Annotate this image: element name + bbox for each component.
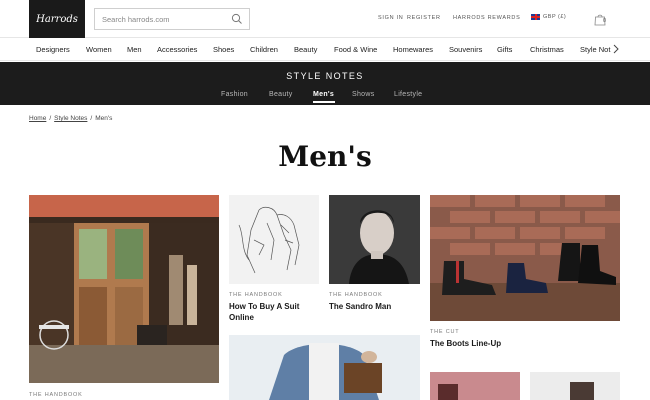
nav-men[interactable]: Men <box>127 45 142 54</box>
article-image-suit-sketch[interactable] <box>229 195 319 284</box>
tab-fashion[interactable]: Fashion <box>221 91 248 98</box>
pink-photo <box>430 372 520 400</box>
breadcrumb-separator: / <box>90 115 93 122</box>
card-tag: THE CUT <box>430 329 460 335</box>
article-image-boots[interactable] <box>430 195 620 321</box>
tab-shows[interactable]: Shows <box>352 91 375 98</box>
bag-count: 0 <box>603 18 607 24</box>
card-title[interactable]: How To Buy A Suit Online <box>229 301 319 323</box>
banner-title: STYLE NOTES <box>286 71 364 81</box>
card-tag: THE HANDBOOK <box>329 292 383 298</box>
article-image-denim-man[interactable] <box>229 335 420 400</box>
uk-flag-icon <box>531 14 540 20</box>
nav-shoes[interactable]: Shoes <box>213 45 234 54</box>
card-tag: THE HANDBOOK <box>29 392 83 398</box>
chevron-right-icon[interactable] <box>612 43 620 55</box>
nav-food-wine[interactable]: Food & Wine <box>334 45 377 54</box>
suit-sketch-illustration <box>238 206 300 274</box>
card-title[interactable]: The Boots Line-Up <box>430 338 620 349</box>
tab-beauty[interactable]: Beauty <box>269 91 293 98</box>
nav-homewares[interactable]: Homewares <box>393 45 433 54</box>
breadcrumb-current: Men's <box>95 115 113 122</box>
article-image-sandro-man[interactable] <box>329 195 420 284</box>
article-image-grey[interactable] <box>530 372 620 400</box>
harrods-logo[interactable]: Harrods <box>29 0 85 38</box>
harrods-rewards-link[interactable]: HARRODS REWARDS <box>453 15 520 21</box>
grey-photo <box>530 372 620 400</box>
search-input[interactable] <box>95 9 225 30</box>
currency-label: GBP (£) <box>543 14 567 20</box>
page-title: Men's <box>278 140 372 173</box>
search-box <box>94 8 250 30</box>
tab-mens[interactable]: Men's <box>313 91 334 98</box>
nav-gifts[interactable]: Gifts <box>497 45 512 54</box>
denim-photo <box>229 335 420 400</box>
nav-style-notes[interactable]: Style Not <box>580 45 610 54</box>
card-tag: THE HANDBOOK <box>229 292 283 298</box>
currency-selector[interactable]: GBP (£) <box>531 14 566 20</box>
breadcrumb-separator: / <box>49 115 52 122</box>
sign-in-link[interactable]: SIGN IN <box>378 15 403 21</box>
style-notes-banner: STYLE NOTES Fashion Beauty Men's Shows L… <box>0 62 650 105</box>
portrait-photo <box>329 195 420 284</box>
site-header: Harrods SIGN IN REGISTER HARRODS REWARDS… <box>0 0 650 38</box>
card-title[interactable]: The Sandro Man <box>329 301 420 312</box>
nav-souvenirs[interactable]: Souvenirs <box>449 45 482 54</box>
breadcrumb-home[interactable]: Home <box>29 115 46 122</box>
boots-photo <box>430 195 620 321</box>
search-icon[interactable] <box>231 13 243 25</box>
nav-women[interactable]: Women <box>86 45 112 54</box>
nav-designers[interactable]: Designers <box>36 45 70 54</box>
nav-christmas[interactable]: Christmas <box>530 45 564 54</box>
nav-children[interactable]: Children <box>250 45 278 54</box>
register-link[interactable]: REGISTER <box>407 15 441 21</box>
active-tab-indicator <box>313 101 335 103</box>
tab-lifestyle[interactable]: Lifestyle <box>394 91 422 98</box>
nav-accessories[interactable]: Accessories <box>157 45 197 54</box>
category-nav: Designers Women Men Accessories Shoes Ch… <box>0 38 650 61</box>
breadcrumb: Home / Style Notes / Men's <box>29 115 112 122</box>
breadcrumb-style-notes[interactable]: Style Notes <box>54 115 87 122</box>
article-image-shed[interactable] <box>29 195 219 383</box>
article-image-pink[interactable] <box>430 372 520 400</box>
shed-photo <box>29 195 219 383</box>
nav-beauty[interactable]: Beauty <box>294 45 317 54</box>
